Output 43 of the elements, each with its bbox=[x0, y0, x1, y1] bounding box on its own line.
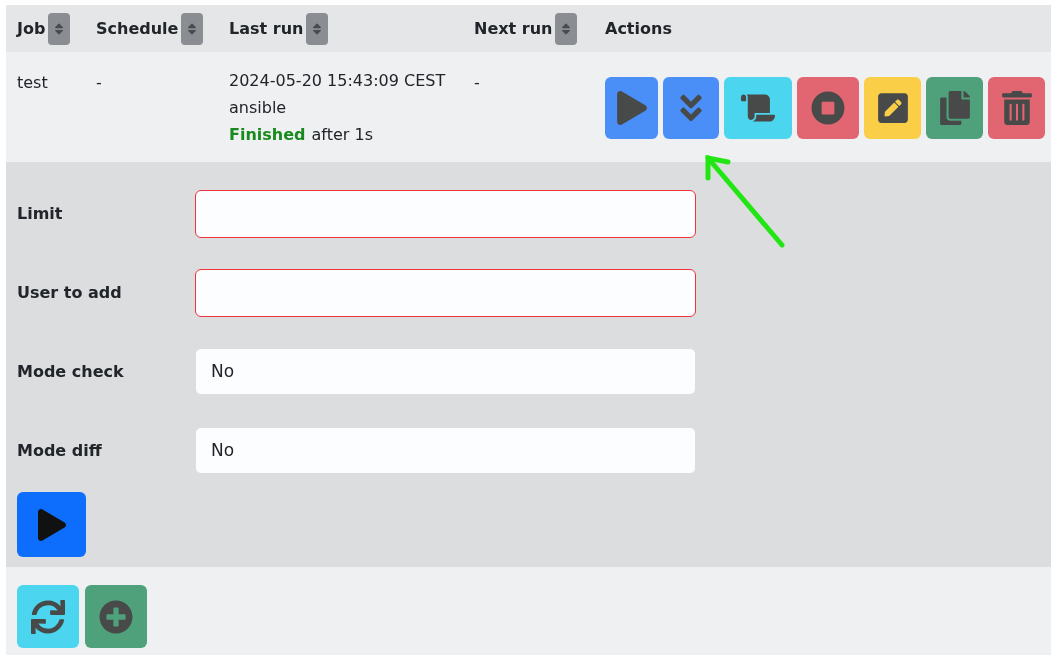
scroll-icon bbox=[741, 91, 775, 125]
table-cell: - bbox=[474, 73, 480, 92]
edit-button[interactable] bbox=[864, 77, 921, 139]
input-field[interactable] bbox=[195, 268, 696, 317]
column-header: Last run bbox=[229, 17, 304, 40]
field-label: Mode check bbox=[17, 360, 125, 383]
column-header: Job bbox=[17, 17, 46, 40]
select-field[interactable]: No bbox=[195, 427, 696, 474]
sort-button[interactable] bbox=[181, 12, 204, 45]
sort-button[interactable] bbox=[555, 12, 578, 45]
delete-button[interactable] bbox=[988, 77, 1045, 139]
play-icon bbox=[35, 508, 68, 541]
stop-icon bbox=[811, 91, 845, 125]
status-text: Finished bbox=[229, 124, 306, 146]
submit-run-button[interactable] bbox=[17, 492, 86, 557]
input-field[interactable] bbox=[195, 189, 696, 238]
field-label: Limit bbox=[17, 202, 64, 225]
field-label: Mode diff bbox=[17, 439, 103, 462]
duration-text: after 1s bbox=[311, 124, 373, 146]
expand-button[interactable] bbox=[663, 77, 719, 139]
run-button[interactable] bbox=[605, 77, 658, 139]
play-icon bbox=[614, 91, 649, 125]
column-header: Schedule bbox=[96, 17, 179, 40]
column-header: Actions bbox=[605, 17, 672, 40]
table-cell: - bbox=[96, 73, 102, 92]
refresh-button[interactable] bbox=[17, 585, 79, 648]
refresh-icon bbox=[31, 599, 65, 634]
last-run-time: 2024-05-20 15:43:09 CEST bbox=[229, 70, 447, 92]
sort-button[interactable] bbox=[306, 12, 329, 45]
last-run-user: ansible bbox=[229, 97, 288, 119]
table-cell: test bbox=[17, 73, 48, 92]
copy-button[interactable] bbox=[926, 77, 983, 139]
trash-icon bbox=[999, 91, 1034, 125]
plus-icon bbox=[99, 599, 133, 634]
field-label: User to add bbox=[17, 281, 123, 304]
copy-icon bbox=[937, 91, 972, 125]
select-field[interactable]: No bbox=[195, 348, 696, 395]
column-header: Next run bbox=[474, 17, 553, 40]
stop-button[interactable] bbox=[797, 77, 859, 139]
logs-button[interactable] bbox=[724, 77, 792, 139]
sort-button[interactable] bbox=[48, 12, 71, 45]
pencil-icon bbox=[875, 91, 910, 125]
add-button[interactable] bbox=[85, 585, 147, 648]
